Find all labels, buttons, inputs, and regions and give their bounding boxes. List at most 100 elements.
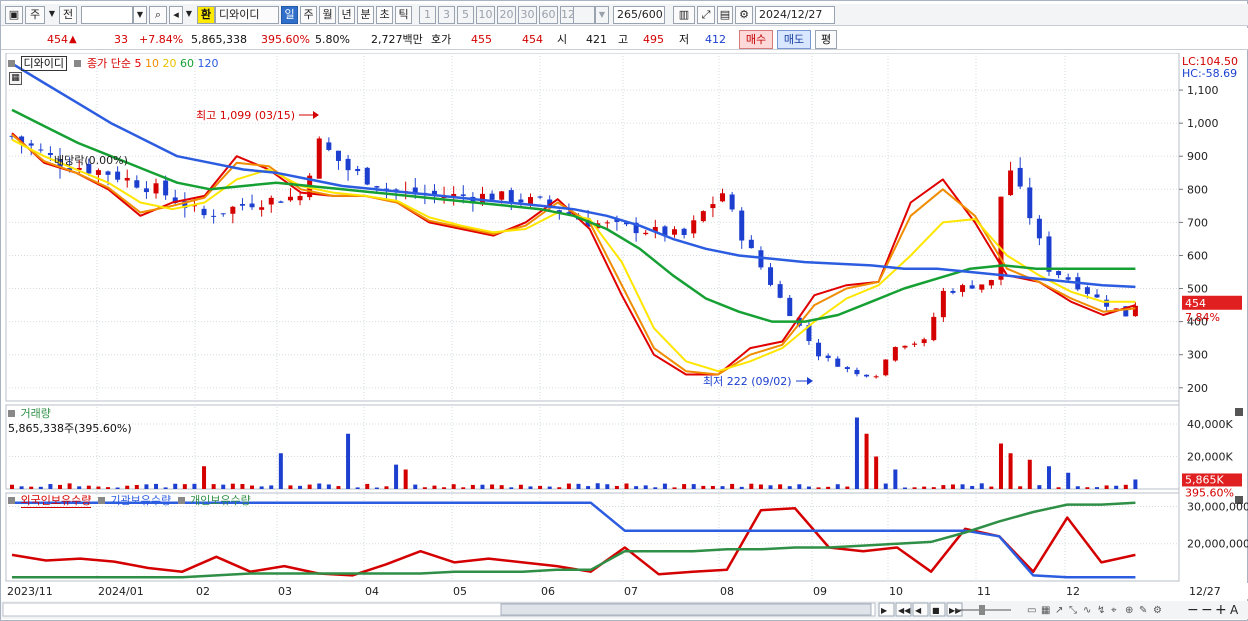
volume-bar — [979, 483, 984, 489]
chevron-down-icon[interactable]: ▼ — [184, 6, 194, 24]
x-axis-label: 11 — [977, 585, 991, 598]
volume-bar — [576, 483, 581, 489]
window-layout-icon[interactable]: ▣ — [5, 6, 23, 24]
gear-icon[interactable]: ⚙ — [735, 6, 753, 24]
volume-pct: 395.60% — [261, 33, 310, 46]
interval-input[interactable] — [573, 6, 595, 24]
candle-body — [537, 196, 543, 198]
volume-bar — [422, 487, 427, 489]
candle-body — [835, 358, 841, 367]
candle-body — [921, 339, 927, 344]
fx-button[interactable]: 환 — [197, 6, 215, 24]
chevron-down-icon[interactable]: ▼ — [595, 6, 609, 24]
interval-button-3[interactable]: 3 — [438, 6, 455, 24]
drawing-tool-icon: ⌖ — [1111, 605, 1117, 616]
candle-body — [95, 170, 101, 175]
candle-body — [143, 188, 149, 193]
x-axis-label: 02 — [196, 585, 210, 598]
volume-bar — [182, 484, 187, 489]
candle-body — [1027, 187, 1033, 219]
volume-bar — [538, 485, 543, 489]
period-button-0[interactable]: 일 — [281, 6, 298, 24]
volume-bar — [480, 484, 485, 489]
period-button-6[interactable]: 틱 — [395, 6, 412, 24]
buy-button[interactable]: 매수 — [739, 30, 773, 49]
interval-button-1[interactable]: 1 — [419, 6, 436, 24]
ma60-label: 60 — [179, 57, 194, 70]
candle-body — [1046, 236, 1052, 272]
candle-body — [105, 171, 111, 175]
candle-body — [28, 143, 34, 146]
period-button-1[interactable]: 주 — [300, 6, 317, 24]
volume-bar — [336, 486, 341, 489]
volume-bar — [730, 483, 735, 489]
interval-button-60[interactable]: 60 — [539, 6, 558, 24]
interval-button-5[interactable]: 5 — [457, 6, 474, 24]
x-axis-label: 2023/11 — [7, 585, 53, 598]
volume-bar — [115, 487, 120, 489]
candle-body — [787, 297, 793, 317]
foreign-holding-label[interactable]: 외국인보유수량 — [20, 494, 92, 508]
date-field[interactable]: 2024/12/27 — [755, 6, 835, 24]
volume-bar — [547, 486, 552, 489]
current-price-tag: 454 — [1185, 297, 1206, 310]
volume-bar — [192, 483, 197, 489]
search-icon[interactable]: ⌕ — [149, 6, 167, 24]
avg-button[interactable]: 평 — [815, 30, 837, 49]
candle-body — [950, 290, 956, 293]
interval-button-10[interactable]: 10 — [476, 6, 495, 24]
volume-bar — [950, 484, 955, 489]
volume-title[interactable]: 거래량 — [21, 407, 51, 420]
period-type-select[interactable]: 주 — [25, 6, 45, 24]
volume-bar — [355, 487, 360, 489]
prev-button[interactable]: 전 — [59, 6, 77, 24]
volume-bar — [259, 486, 264, 489]
volume-bar — [509, 487, 514, 489]
x-axis-label: 09 — [813, 585, 827, 598]
candle-body — [508, 190, 514, 203]
period-button-3[interactable]: 년 — [338, 6, 355, 24]
code-dropdown-icon[interactable]: ▼ — [133, 6, 147, 24]
drawing-tool-icon: ↯ — [1097, 605, 1105, 616]
x-axis-label: 07 — [624, 585, 638, 598]
crosshair-icon[interactable]: ⤢ — [697, 6, 715, 24]
interval-button-20[interactable]: 20 — [497, 6, 516, 24]
candle-body — [739, 210, 745, 241]
volume-bar — [106, 487, 111, 489]
open-price: 421 — [586, 33, 607, 46]
period-button-4[interactable]: 분 — [357, 6, 374, 24]
speaker-icon[interactable]: ◂ — [169, 6, 183, 24]
period-button-5[interactable]: 초 — [376, 6, 393, 24]
institution-holding-label[interactable]: 기관보유수량 — [110, 494, 171, 507]
stock-code-input[interactable]: 219550 — [81, 6, 133, 24]
volume-bar — [586, 486, 591, 489]
volume-bar — [202, 466, 207, 489]
period-button-2[interactable]: 월 — [319, 6, 336, 24]
save-icon[interactable]: ▤ — [717, 6, 733, 24]
volume-bar — [374, 487, 379, 489]
table-toggle-icon[interactable]: ▦ — [9, 72, 22, 85]
x-axis-label: 03 — [278, 585, 292, 598]
candle-body — [489, 193, 495, 200]
sell-button[interactable]: 매도 — [777, 30, 811, 49]
candle-type-icon[interactable]: ▥ — [673, 6, 695, 24]
volume-bar — [288, 485, 293, 489]
stock-chart[interactable]: 2003004005006007008009001,0001,100최고 1,0… — [1, 53, 1248, 619]
stock-name-label[interactable]: 디와이디 — [20, 56, 67, 71]
chevron-down-icon[interactable]: ▼ — [47, 6, 57, 24]
ma-label[interactable]: 종가 단순 — [87, 57, 131, 70]
volume-bar — [758, 484, 763, 489]
candle-body — [1065, 277, 1071, 280]
candle-body — [883, 359, 889, 376]
candle-body — [38, 149, 44, 151]
volume-bar — [394, 464, 399, 489]
count-field[interactable]: 265/600 — [613, 6, 665, 24]
ma10-label: 10 — [144, 57, 159, 70]
candle-body — [249, 203, 255, 208]
individual-holding-label[interactable]: 개인보유수량 — [190, 494, 251, 507]
open-label: 시 — [557, 33, 568, 46]
ask-label: 호가 — [431, 33, 452, 46]
interval-button-30[interactable]: 30 — [518, 6, 537, 24]
price-change: 33 — [114, 33, 128, 46]
drawing-tool-icon: ∿ — [1083, 605, 1091, 616]
